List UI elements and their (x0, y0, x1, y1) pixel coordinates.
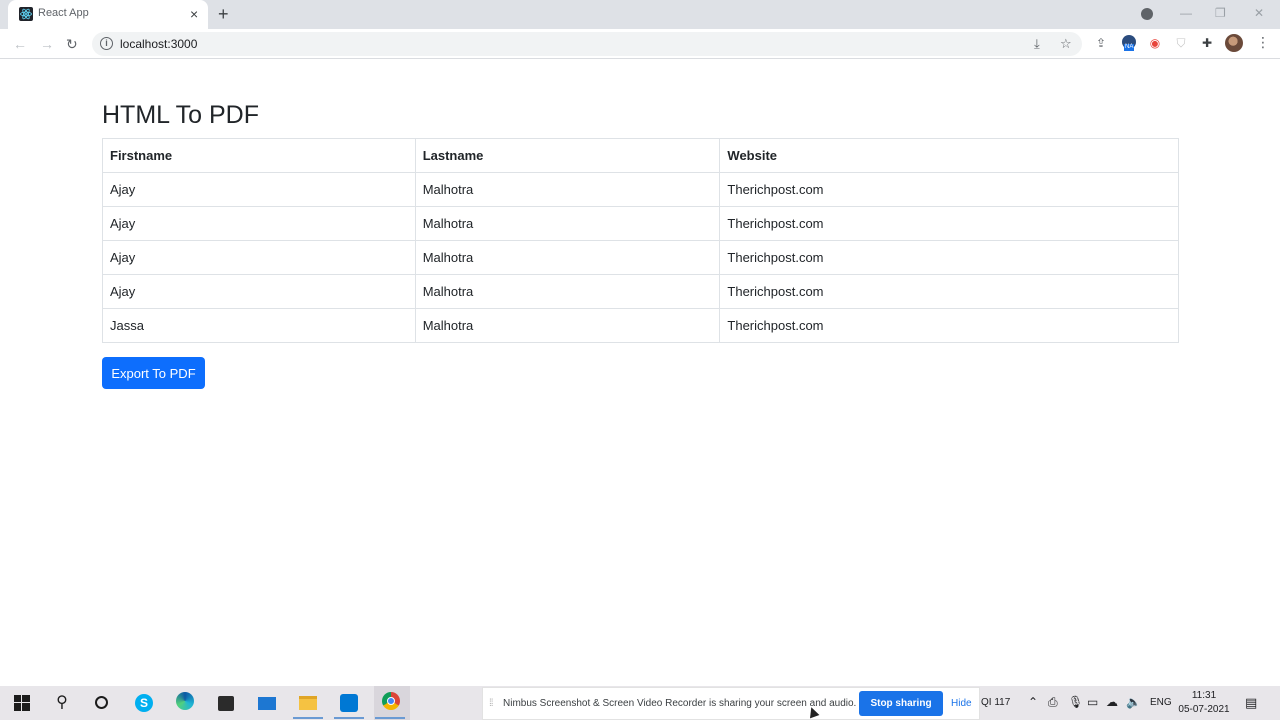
cell-firstname: Ajay (102, 206, 416, 241)
stop-sharing-button[interactable]: Stop sharing (859, 691, 943, 716)
install-app-icon[interactable]: ⤓ (1034, 35, 1040, 53)
tab-close-icon[interactable]: × (190, 4, 198, 24)
search-icon[interactable]: ⚲ (51, 692, 73, 714)
file-explorer-icon[interactable] (297, 692, 319, 714)
address-bar[interactable]: i localhost:3000 ⤓ ☆ (92, 32, 1082, 56)
close-window-icon[interactable]: ✕ (1254, 4, 1264, 22)
network-icon[interactable]: ☁ (1106, 695, 1118, 709)
cell-firstname: Ajay (102, 274, 416, 309)
url-text[interactable]: localhost:3000 (120, 37, 197, 51)
back-icon[interactable]: ← (13, 35, 27, 53)
extension-na-icon[interactable]: NA (1121, 35, 1137, 51)
drag-handle-icon[interactable]: ⁞⁞ (489, 698, 493, 709)
screen-record-icon[interactable]: ◉ (1147, 35, 1163, 51)
vscode-active-indicator (334, 717, 364, 719)
clock-time: 11:31 (1191, 690, 1217, 701)
edge-icon[interactable] (174, 692, 196, 714)
site-info-icon[interactable]: i (100, 37, 113, 50)
air-quality-text[interactable]: QI 117 (981, 697, 1010, 708)
notifications-icon[interactable]: ▤ (1245, 696, 1257, 710)
column-header-firstname: Firstname (102, 138, 416, 173)
bookmark-star-icon[interactable]: ☆ (1060, 35, 1072, 53)
table-row: Ajay Malhotra Therichpost.com (102, 172, 1179, 207)
shield-extension-icon[interactable]: ⛉ (1173, 35, 1189, 51)
table-row: Ajay Malhotra Therichpost.com (102, 274, 1179, 309)
column-header-lastname: Lastname (414, 138, 721, 173)
cell-website: Therichpost.com (719, 240, 1179, 275)
clock-date: 05-07-2021 (1178, 704, 1230, 715)
cell-firstname: Ajay (102, 172, 416, 207)
taskbar-clock[interactable]: 11:31 05-07-2021 (1172, 689, 1236, 717)
minimize-icon[interactable]: — (1180, 4, 1192, 22)
cell-lastname: Malhotra (414, 274, 721, 309)
extension-badge: NA (1124, 44, 1135, 51)
cell-website: Therichpost.com (719, 308, 1179, 343)
chrome-active-indicator (375, 717, 405, 719)
mail-icon[interactable] (256, 692, 278, 714)
cell-website: Therichpost.com (719, 172, 1179, 207)
profile-menu-icon[interactable] (1141, 8, 1153, 20)
screen-sharing-banner: ⁞⁞ Nimbus Screenshot & Screen Video Reco… (482, 687, 980, 720)
cell-website: Therichpost.com (719, 274, 1179, 309)
cell-lastname: Malhotra (414, 206, 721, 241)
hide-link[interactable]: Hide (951, 698, 972, 709)
store-icon[interactable] (215, 692, 237, 714)
skype-icon[interactable]: S (133, 692, 155, 714)
meet-now-icon[interactable]: ⎙ (1048, 695, 1058, 709)
explorer-active-indicator (293, 717, 323, 719)
extensions-puzzle-icon[interactable]: ✚ (1199, 35, 1215, 51)
cell-website: Therichpost.com (719, 206, 1179, 241)
windows-start-icon[interactable] (11, 692, 33, 714)
restore-icon[interactable]: ❐ (1215, 4, 1226, 22)
column-header-website: Website (719, 138, 1179, 173)
tab-react-app[interactable]: React App × (8, 0, 208, 29)
chrome-icon[interactable] (380, 692, 402, 714)
show-hidden-icons-icon[interactable]: ⌃ (1028, 695, 1038, 709)
cell-lastname: Malhotra (414, 308, 721, 343)
extension-upload-icon[interactable]: ⇪ (1093, 35, 1109, 51)
react-logo-icon (19, 7, 33, 21)
forward-icon[interactable]: → (40, 35, 54, 53)
page-content: HTML To PDF Firstname Lastname Website A… (0, 60, 1280, 686)
users-table: Firstname Lastname Website Ajay Malhotra… (102, 138, 1179, 343)
browser-toolbar: ← → ↻ i localhost:3000 ⤓ ☆ (0, 29, 1280, 59)
cell-lastname: Malhotra (414, 240, 721, 275)
cell-firstname: Ajay (102, 240, 416, 275)
page-title: HTML To PDF (102, 101, 259, 129)
table-header-row: Firstname Lastname Website (102, 138, 1179, 173)
new-tab-icon[interactable]: + (218, 3, 229, 25)
profile-avatar[interactable] (1225, 34, 1243, 52)
tab-strip: React App × + — ❐ ✕ (0, 0, 1280, 29)
cortana-icon[interactable] (90, 692, 112, 714)
cell-firstname: Jassa (102, 308, 416, 343)
chrome-menu-icon[interactable]: ⋮ (1256, 34, 1270, 50)
export-to-pdf-button[interactable]: Export To PDF (102, 357, 205, 389)
table-row: Ajay Malhotra Therichpost.com (102, 240, 1179, 275)
vscode-icon[interactable] (338, 692, 360, 714)
language-indicator[interactable]: ENG (1150, 697, 1172, 708)
sharing-message: Nimbus Screenshot & Screen Video Recorde… (503, 698, 857, 709)
cell-lastname: Malhotra (414, 172, 721, 207)
reload-icon[interactable]: ↻ (66, 35, 78, 53)
microphone-icon[interactable]: 🎙 (1068, 695, 1083, 709)
tab-title: React App (38, 7, 89, 19)
table-row: Jassa Malhotra Therichpost.com (102, 308, 1179, 343)
battery-icon[interactable]: ▭ (1087, 695, 1098, 709)
volume-icon[interactable]: 🔈 (1126, 695, 1141, 709)
table-row: Ajay Malhotra Therichpost.com (102, 206, 1179, 241)
